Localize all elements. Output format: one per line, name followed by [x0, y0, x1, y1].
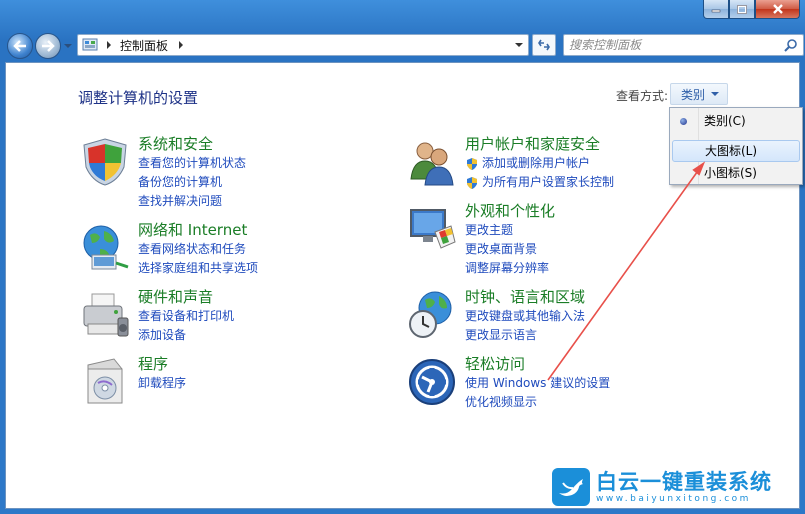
category-link[interactable]: 查看您的计算机状态	[138, 154, 246, 173]
watermark-name: 白云一键重装系统	[596, 470, 772, 494]
view-by-value: 类别	[681, 87, 706, 102]
category-link[interactable]: 为所有用户设置家长控制	[465, 173, 614, 192]
forward-arrow-icon	[42, 40, 55, 52]
monitor-palette-icon[interactable]	[405, 202, 459, 256]
category-title[interactable]: 系统和安全	[138, 135, 246, 154]
menu-item-large-icons[interactable]: 大图标(L)	[672, 140, 800, 162]
category-title[interactable]: 轻松访问	[465, 355, 610, 374]
category-link[interactable]: 备份您的计算机	[138, 173, 246, 192]
caption-buttons	[703, 0, 800, 20]
category-title[interactable]: 程序	[138, 355, 186, 374]
recent-pages-dropdown-icon[interactable]	[63, 42, 73, 50]
minimize-button[interactable]	[703, 0, 729, 19]
radio-bullet-icon	[680, 118, 687, 125]
ease-of-access-icon[interactable]	[405, 355, 459, 409]
page-title: 调整计算机的设置	[78, 89, 199, 107]
network-globe-icon[interactable]	[78, 221, 132, 275]
category-title[interactable]: 时钟、语言和区域	[465, 288, 585, 307]
chevron-down-icon	[711, 92, 720, 96]
close-button[interactable]	[755, 0, 800, 19]
watermark: 白云一键重装系统 www.baiyunxitong.com	[552, 468, 772, 506]
category-link[interactable]: 更改显示语言	[465, 326, 585, 345]
category-hardware-sound: 硬件和声音 查看设备和打印机 添加设备	[78, 288, 234, 345]
forward-button[interactable]	[35, 33, 61, 59]
uac-shield-icon	[467, 176, 477, 189]
back-button[interactable]	[7, 33, 33, 59]
window-frame: 控制面板 调整计算机的设置 查看方式: 类别	[0, 0, 805, 514]
category-programs: 程序 卸载程序	[78, 355, 186, 409]
view-by-select[interactable]: 类别	[670, 83, 728, 105]
category-title[interactable]: 用户帐户和家庭安全	[465, 135, 614, 154]
printer-icon[interactable]	[78, 288, 132, 342]
category-title[interactable]: 外观和个性化	[465, 202, 555, 221]
category-link[interactable]: 添加设备	[138, 326, 234, 345]
category-title[interactable]: 硬件和声音	[138, 288, 234, 307]
breadcrumb-control-panel[interactable]: 控制面板	[120, 37, 168, 54]
search-icon[interactable]	[784, 38, 798, 52]
category-link[interactable]: 使用 Windows 建议的设置	[465, 374, 610, 393]
link-text: 为所有用户设置家长控制	[482, 175, 615, 189]
view-by-label: 查看方式:	[616, 89, 669, 103]
category-link[interactable]: 查看网络状态和任务	[138, 240, 258, 259]
breadcrumb-chevron-icon[interactable]	[176, 40, 186, 50]
category-user-accounts: 用户帐户和家庭安全 添加或删除用户帐户 为所有用户设置家长控制	[405, 135, 614, 192]
refresh-icon	[538, 39, 550, 51]
category-link[interactable]: 查看设备和打印机	[138, 307, 234, 326]
breadcrumb-chevron-icon[interactable]	[104, 40, 114, 50]
address-bar[interactable]: 控制面板	[77, 34, 529, 56]
category-link[interactable]: 更改桌面背景	[465, 240, 555, 259]
menu-item-label: 大图标(L)	[705, 144, 758, 158]
back-arrow-icon	[13, 40, 26, 52]
category-ease-of-access: 轻松访问 使用 Windows 建议的设置 优化视频显示	[405, 355, 610, 412]
category-link[interactable]: 更改主题	[465, 221, 555, 240]
shield-flag-icon[interactable]	[78, 135, 132, 189]
menu-item-label: 类别(C)	[704, 114, 746, 128]
uac-shield-icon	[467, 157, 477, 170]
category-appearance: 外观和个性化 更改主题 更改桌面背景 调整屏幕分辨率	[405, 202, 555, 278]
category-link[interactable]: 查找并解决问题	[138, 192, 246, 211]
category-link[interactable]: 选择家庭组和共享选项	[138, 259, 258, 278]
category-link[interactable]: 添加或删除用户帐户	[465, 154, 614, 173]
maximize-button[interactable]	[729, 0, 755, 19]
category-title[interactable]: 网络和 Internet	[138, 221, 258, 240]
category-link[interactable]: 优化视频显示	[465, 393, 610, 412]
search-box	[563, 34, 804, 56]
users-icon[interactable]	[405, 135, 459, 189]
programs-box-icon[interactable]	[78, 355, 132, 409]
category-system-security: 系统和安全 查看您的计算机状态 备份您的计算机 查找并解决问题	[78, 135, 246, 211]
control-panel-icon	[82, 38, 98, 51]
category-clock-language: 时钟、语言和区域 更改键盘或其他输入法 更改显示语言	[405, 288, 585, 345]
category-network-internet: 网络和 Internet 查看网络状态和任务 选择家庭组和共享选项	[78, 221, 258, 278]
watermark-url: www.baiyunxitong.com	[596, 494, 751, 504]
link-text: 添加或删除用户帐户	[482, 156, 591, 170]
menu-item-category[interactable]: 类别(C)	[672, 110, 800, 132]
bird-logo-icon	[552, 468, 590, 506]
category-link[interactable]: 更改键盘或其他输入法	[465, 307, 585, 326]
close-icon	[772, 4, 783, 14]
category-link[interactable]: 卸载程序	[138, 374, 186, 393]
menu-item-small-icons[interactable]: 小图标(S)	[672, 162, 800, 184]
maximize-icon	[737, 4, 747, 14]
menu-item-label: 小图标(S)	[704, 166, 757, 180]
view-by-menu: 类别(C) 大图标(L) 小图标(S)	[669, 107, 803, 185]
category-link[interactable]: 调整屏幕分辨率	[465, 259, 555, 278]
refresh-button[interactable]	[532, 34, 556, 56]
minimize-icon	[711, 9, 721, 13]
address-dropdown-icon[interactable]	[514, 40, 524, 50]
globe-clock-icon[interactable]	[405, 288, 459, 342]
navigation-bar: 控制面板	[5, 30, 804, 60]
search-input[interactable]	[569, 37, 774, 53]
